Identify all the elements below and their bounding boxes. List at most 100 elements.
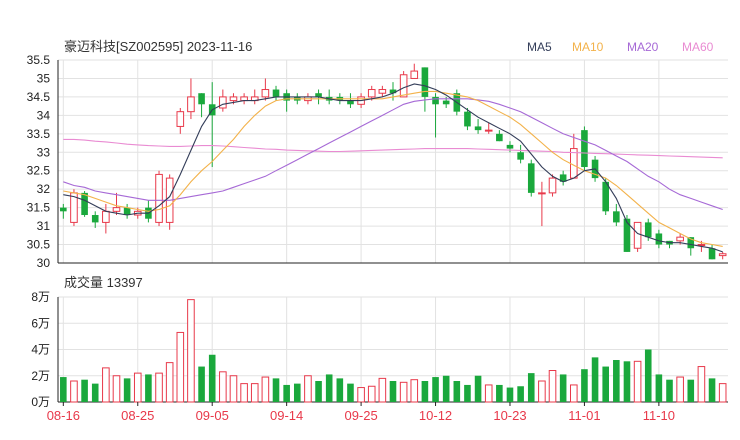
- volume-bar-down: [389, 381, 397, 402]
- candle-body-down: [655, 233, 663, 245]
- candle: [123, 203, 131, 219]
- candle: [240, 93, 248, 105]
- candle: [581, 126, 588, 171]
- candle-body-up: [229, 96, 238, 102]
- candle-body-up: [261, 89, 270, 98]
- x-tick-label: 08-16: [47, 408, 80, 423]
- candle-body-up: [399, 74, 408, 98]
- volume-bar-down: [315, 381, 322, 402]
- candle-body-down: [81, 192, 88, 216]
- candle: [421, 67, 429, 112]
- volume-bar-down: [208, 354, 216, 402]
- volume-bar-up: [229, 375, 238, 403]
- candle: [538, 181, 546, 227]
- candle: [474, 119, 482, 134]
- candle-body-up: [176, 111, 185, 127]
- volume-y-tick-label: 6万: [31, 316, 50, 330]
- candle-body-up: [676, 236, 684, 242]
- legend-ma20: MA20: [627, 40, 659, 54]
- candle: [102, 203, 110, 234]
- volume-bar-down: [517, 386, 524, 402]
- volume-bar-down: [198, 366, 205, 402]
- candle: [623, 215, 631, 252]
- volume-bar-down: [442, 375, 450, 402]
- volume-bar-down: [325, 374, 333, 402]
- candle: [325, 89, 333, 105]
- volume-y-tick-label: 0万: [31, 395, 50, 409]
- candle: [378, 85, 387, 97]
- volume-bar-down: [81, 379, 88, 402]
- volume-bar-up: [538, 380, 546, 403]
- candle-body-down: [517, 152, 524, 160]
- volume-bar-down: [91, 383, 99, 402]
- volume-bars: [60, 299, 727, 403]
- volume-bar-down: [708, 378, 716, 402]
- volume-bar-up: [697, 366, 706, 403]
- volume-bar-up: [165, 362, 174, 403]
- volume-bar-up: [410, 379, 419, 403]
- volume-bar-up: [399, 381, 408, 403]
- date-x-axis: 08-16 08-25 09-05 09-14 09-25 10-12 10-23 11-01…: [47, 402, 675, 423]
- volume-y-tick-label: 8万: [31, 290, 50, 304]
- candle-body-down: [123, 207, 131, 216]
- volume-bar-up: [676, 376, 684, 403]
- price-y-tick-label: 34.5: [27, 90, 51, 104]
- candle: [198, 93, 205, 118]
- volume-bar-down: [432, 377, 439, 402]
- candle-body-down: [581, 130, 588, 168]
- ma60-line: [63, 138, 723, 159]
- candle-body-up: [484, 129, 493, 132]
- candle: [91, 211, 99, 228]
- candle: [517, 144, 524, 164]
- candle: [496, 130, 503, 142]
- candle-body-up: [378, 89, 387, 94]
- candle-body-up: [155, 173, 163, 223]
- candle: [208, 82, 216, 168]
- candle-body-up: [240, 96, 248, 102]
- volume-bar-down: [623, 361, 631, 402]
- legend-ma10: MA10: [572, 40, 604, 54]
- volume-bar-up: [102, 367, 110, 403]
- candle: [112, 192, 121, 216]
- candle: [399, 71, 408, 98]
- candle-body-down: [464, 111, 471, 127]
- price-y-tick-label: 30.5: [27, 238, 51, 252]
- volume-bar-up: [70, 380, 78, 403]
- candle: [410, 63, 419, 79]
- candle-body-down: [198, 93, 205, 105]
- candle-body-up: [538, 192, 546, 195]
- volume-bar-down: [272, 378, 280, 402]
- candle-body-down: [272, 89, 280, 97]
- x-tick-label: 10-23: [493, 408, 526, 423]
- volume-bar-up: [219, 371, 227, 403]
- volume-bar-down: [666, 379, 673, 402]
- x-tick-label: 09-14: [270, 408, 303, 423]
- volume-bar-down: [687, 379, 695, 402]
- x-tick-label: 11-01: [568, 408, 600, 423]
- candle: [655, 229, 663, 249]
- volume-bar-down: [421, 381, 429, 402]
- candle-body-up: [187, 96, 195, 113]
- x-tick-label: 08-25: [121, 408, 154, 423]
- volume-bar-up: [187, 299, 195, 403]
- candle-body-down: [474, 126, 482, 131]
- volume-bar-down: [527, 373, 535, 402]
- candle: [633, 221, 642, 252]
- volume-bar-down: [464, 384, 471, 402]
- candle-body-down: [347, 100, 354, 105]
- candle: [283, 89, 290, 112]
- candle-body-up: [112, 207, 121, 212]
- candle-body-up: [718, 253, 727, 257]
- legend-ma60: MA60: [682, 40, 714, 54]
- legend-ma5: MA5: [527, 40, 552, 54]
- volume-y-tick-label: 2万: [31, 369, 50, 383]
- volume-bar-up: [240, 383, 248, 403]
- volume-bar-down: [581, 369, 588, 402]
- volume-bar-up: [250, 383, 259, 403]
- candle-body-up: [548, 177, 557, 194]
- candle-body-down: [708, 248, 716, 260]
- candle-body-down: [613, 211, 620, 223]
- price-y-tick-label: 32.5: [27, 164, 51, 178]
- candle: [165, 174, 174, 230]
- candle-body-down: [91, 215, 99, 223]
